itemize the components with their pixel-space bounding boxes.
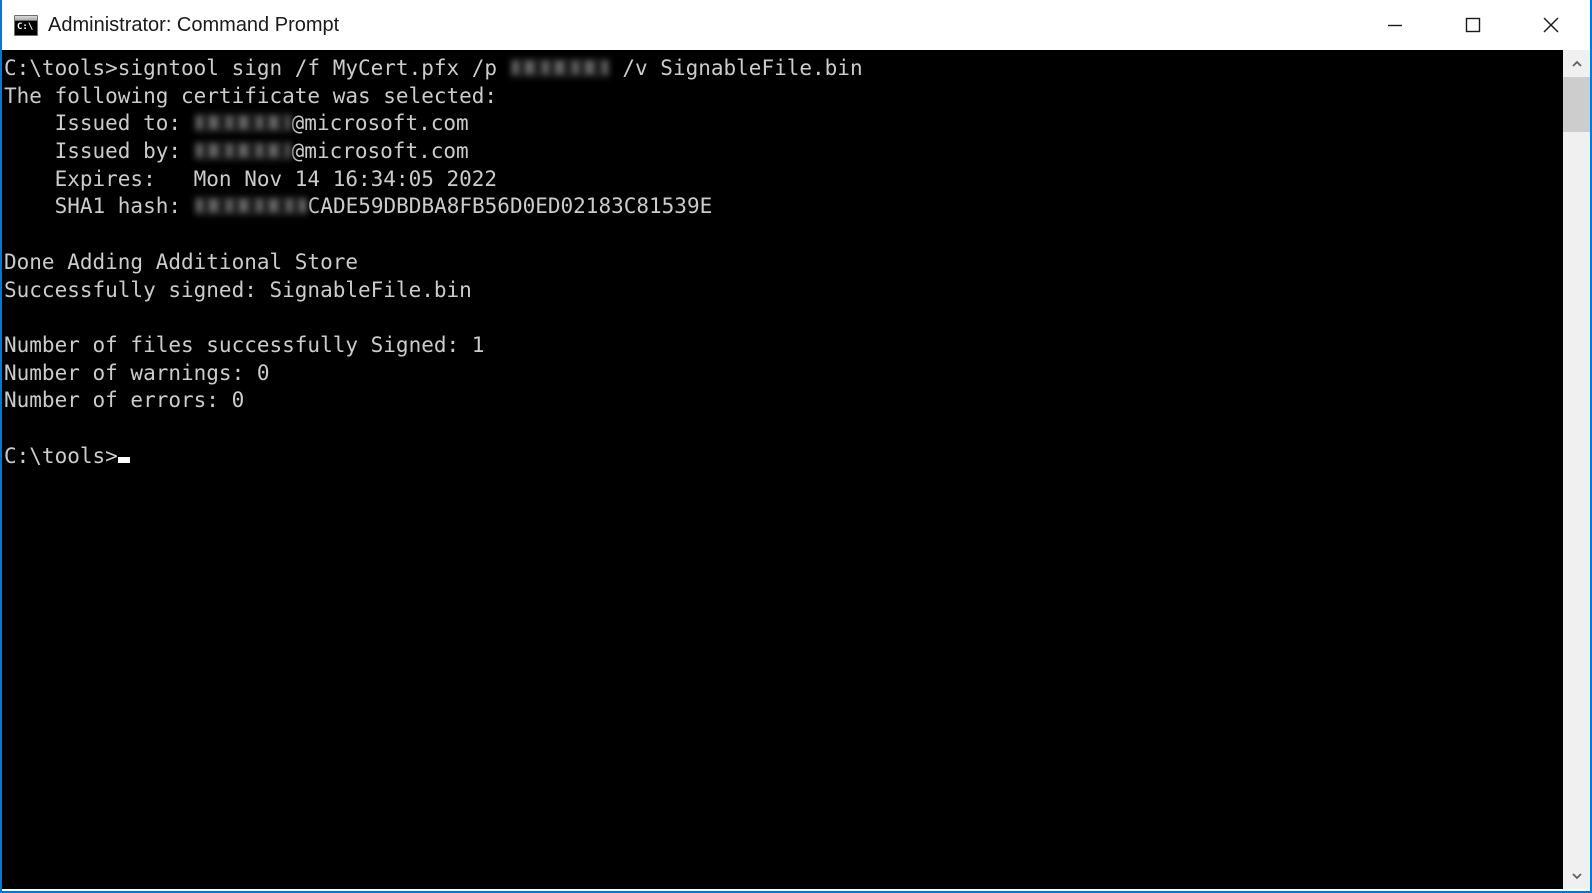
terminal-text-run: C:\tools>signtool sign /f MyCert.pfx /p (4, 56, 510, 80)
terminal-text-run: Issued to: (4, 111, 194, 136)
command-prompt-icon: ··· C:\ (14, 14, 38, 36)
scroll-down-arrow[interactable] (1563, 862, 1590, 889)
redacted-text (509, 58, 610, 78)
terminal-text-run: Successfully signed: SignableFile.bin (4, 277, 472, 302)
terminal-text-run: Done Adding Additional Store (4, 249, 359, 274)
terminal-line: SHA1 hash: CADE59DBDBA8FB56D0ED02183C815… (4, 193, 1563, 221)
terminal-line: Number of files successfully Signed: 1 (4, 332, 1563, 360)
close-icon (1543, 17, 1559, 33)
terminal-text-run: SHA1 hash: (4, 194, 194, 219)
window-title: Administrator: Command Prompt (48, 14, 340, 36)
icon-dots: ··· (28, 15, 35, 21)
terminal-text-run: Issued by: (4, 139, 194, 164)
terminal-output-area[interactable]: C:\tools>signtool sign /f MyCert.pfx /p … (2, 50, 1563, 889)
terminal-text-run: C:\tools> (4, 443, 118, 468)
terminal-text-run: The following certificate was selected: (4, 83, 498, 108)
terminal-text-run: Number of errors: 0 (4, 388, 245, 413)
terminal-text-run: CADE59DBDBA8FB56D0ED02183C81539E (307, 194, 713, 219)
title-bar[interactable]: ··· C:\ Administrator: Command Prompt (2, 0, 1590, 50)
terminal-line: Done Adding Additional Store (4, 249, 1563, 277)
command-prompt-window: ··· C:\ Administrator: Command Prompt C:… (0, 0, 1592, 893)
chevron-down-icon (1571, 872, 1582, 879)
terminal-line: The following certificate was selected: (4, 83, 1563, 111)
terminal-line: Number of errors: 0 (4, 387, 1563, 415)
redacted-text (193, 113, 292, 134)
terminal-text-run: Number of warnings: 0 (4, 360, 270, 385)
scroll-up-arrow[interactable] (1563, 50, 1590, 77)
title-bar-drag-region[interactable]: ··· C:\ Administrator: Command Prompt (2, 0, 1356, 50)
terminal-line: Issued to: @microsoft.com (4, 110, 1563, 138)
close-button[interactable] (1512, 0, 1590, 50)
maximize-icon (1465, 17, 1481, 33)
vertical-scrollbar[interactable] (1563, 50, 1590, 889)
terminal-line: C:\tools>signtool sign /f MyCert.pfx /p … (4, 55, 1563, 83)
terminal-line: Number of warnings: 0 (4, 360, 1563, 388)
terminal-text-run: Number of files successfully Signed: 1 (4, 332, 485, 357)
terminal-line: Issued by: @microsoft.com (4, 138, 1563, 166)
terminal-line: C:\tools> (4, 443, 1563, 471)
chevron-up-icon (1571, 60, 1582, 67)
terminal-cursor (117, 456, 130, 463)
terminal-text: C:\tools>signtool sign /f MyCert.pfx /p … (2, 50, 1563, 470)
icon-label: C:\ (17, 21, 34, 32)
window-controls (1356, 0, 1590, 50)
redacted-text (193, 141, 292, 162)
redacted-text (193, 196, 308, 217)
minimize-icon (1388, 24, 1402, 27)
terminal-text-run: @microsoft.com (291, 111, 469, 136)
scrollbar-track[interactable] (1563, 77, 1590, 862)
terminal-text-run: Expires: Mon Nov 14 16:34:05 2022 (4, 166, 498, 191)
scrollbar-thumb[interactable] (1563, 77, 1590, 132)
terminal-text-run: /v SignableFile.bin (609, 56, 863, 80)
minimize-button[interactable] (1356, 0, 1434, 50)
terminal-line: Expires: Mon Nov 14 16:34:05 2022 (4, 166, 1563, 194)
terminal-text-run: @microsoft.com (291, 139, 469, 164)
terminal-line: Successfully signed: SignableFile.bin (4, 277, 1563, 305)
maximize-button[interactable] (1434, 0, 1512, 50)
